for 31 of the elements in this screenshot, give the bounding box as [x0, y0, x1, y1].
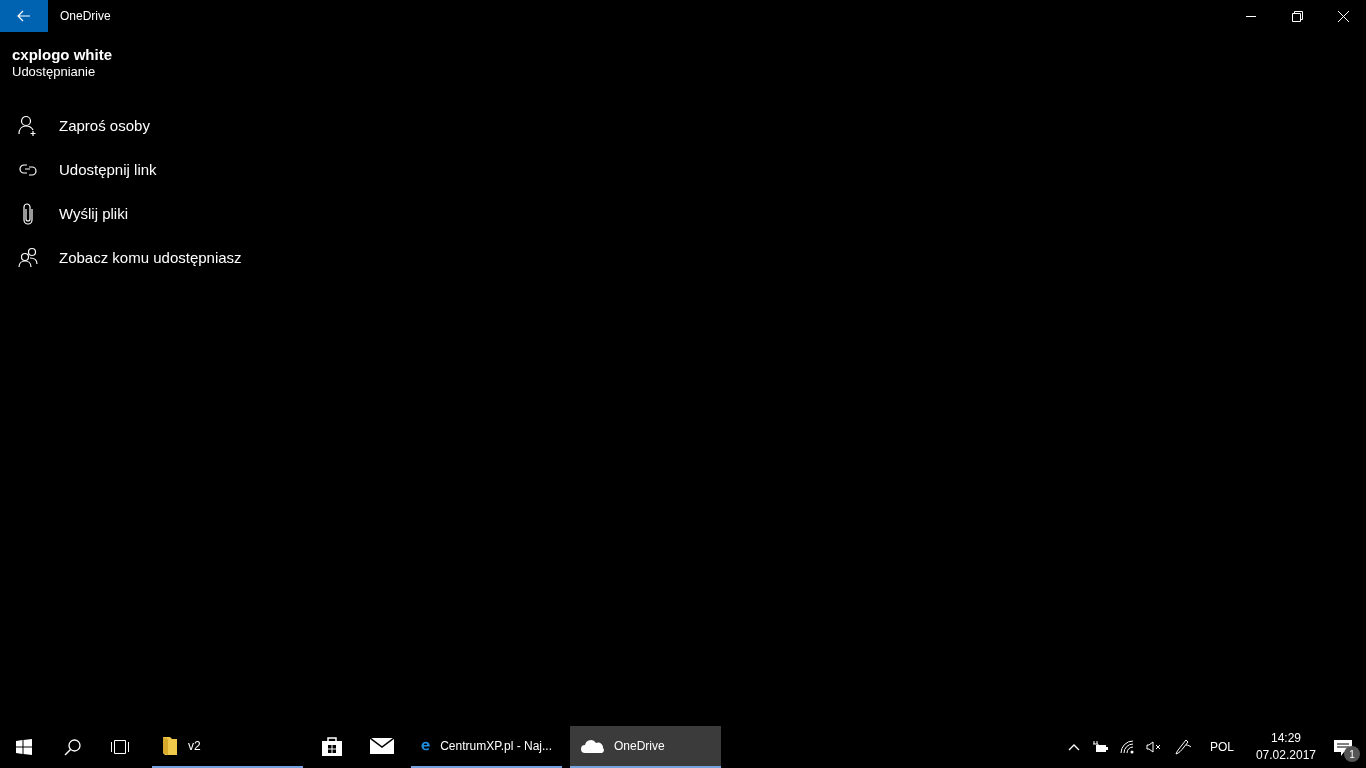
- share-option[interactable]: Zobacz komu udostępniasz: [0, 236, 248, 280]
- restore-icon: [1291, 10, 1303, 22]
- share-option[interactable]: Udostępnij link: [0, 148, 163, 192]
- taskbar-app[interactable]: CentrumXP.pl - Naj...: [411, 726, 562, 768]
- task-view-icon: [109, 740, 131, 754]
- pen-icon[interactable]: [1173, 739, 1192, 755]
- speaker-muted-icon[interactable]: [1145, 741, 1162, 753]
- back-arrow-icon: [17, 10, 31, 22]
- cloud-icon: [580, 739, 604, 753]
- file-title: cxplogo white: [12, 46, 113, 64]
- wifi-icon[interactable]: [1119, 740, 1134, 754]
- clock[interactable]: 14:29 07.02.2017: [1255, 730, 1316, 764]
- folder-icon: [162, 736, 178, 756]
- taskbar-app[interactable]: v2: [152, 726, 303, 768]
- back-button[interactable]: [0, 0, 48, 32]
- battery-icon[interactable]: [1091, 741, 1108, 753]
- close-icon: [1337, 10, 1349, 22]
- share-option[interactable]: Zaproś osoby: [0, 104, 156, 148]
- taskbar-app[interactable]: OneDrive: [570, 726, 721, 768]
- minimize-icon: [1246, 15, 1256, 17]
- shopping-bag-icon: [321, 735, 343, 757]
- window-title: OneDrive: [60, 8, 111, 25]
- people-icon: [18, 247, 40, 269]
- page-subtitle: Udostępnianie: [12, 64, 97, 80]
- notification-count: 1: [1344, 746, 1360, 762]
- input-language[interactable]: POL: [1209, 738, 1234, 756]
- search-icon: [63, 738, 81, 756]
- chevron-up-icon[interactable]: [1067, 743, 1080, 751]
- windows-logo-icon: [16, 739, 32, 755]
- envelope-icon: [370, 738, 394, 754]
- share-option[interactable]: Wyślij pliki: [0, 192, 135, 236]
